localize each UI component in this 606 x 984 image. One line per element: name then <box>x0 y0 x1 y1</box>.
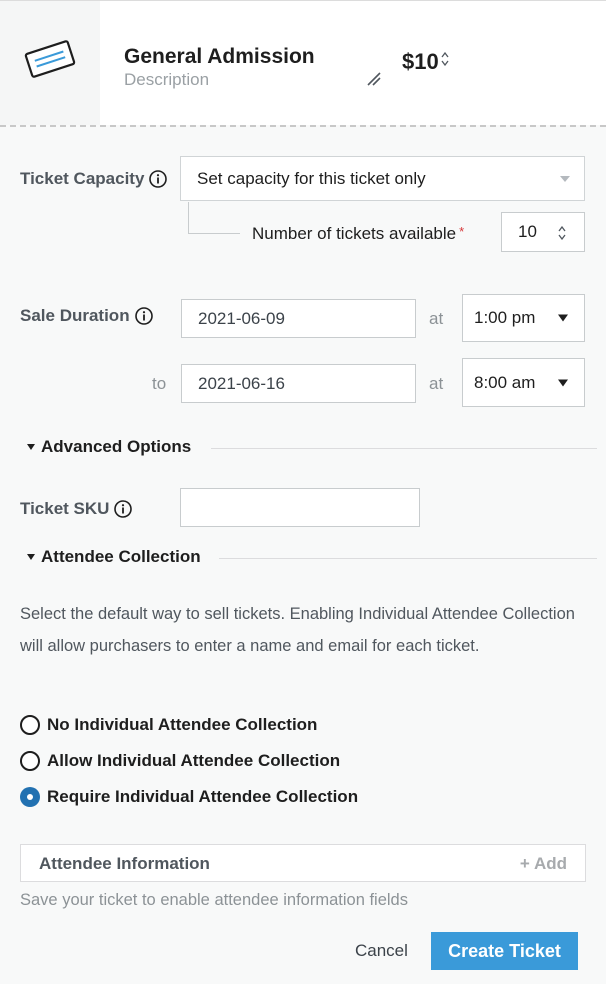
ticket-sku-input[interactable] <box>180 488 420 527</box>
caret-down-icon <box>558 379 568 386</box>
tickets-available-input[interactable]: 10 <box>501 212 585 252</box>
attendee-information-panel: Attendee Information + Add <box>20 844 586 882</box>
add-attendee-field-button[interactable]: + Add <box>520 854 567 874</box>
sale-duration-label: Sale Duration <box>20 306 153 326</box>
cancel-button[interactable]: Cancel <box>355 941 408 961</box>
ticket-capacity-label: Ticket Capacity <box>20 169 168 189</box>
end-time-select[interactable]: 8:00 am <box>462 358 585 407</box>
price-field[interactable]: $10 <box>402 49 449 77</box>
end-date-input[interactable]: 2021-06-16 <box>181 364 416 403</box>
attendee-information-title: Attendee Information <box>39 854 210 873</box>
radio-allow-individual-collection[interactable]: Allow Individual Attendee Collection <box>20 751 340 771</box>
caret-down-icon <box>27 554 35 560</box>
section-divider <box>219 558 597 559</box>
ticket-price[interactable]: $10 <box>402 49 439 75</box>
ticket-header: General Admission Description $10 <box>0 0 606 127</box>
header-dashed-divider <box>0 125 606 127</box>
create-ticket-button[interactable]: Create Ticket <box>431 932 578 970</box>
capacity-connector-line-h <box>188 233 240 234</box>
section-divider <box>211 448 597 449</box>
info-icon[interactable] <box>114 500 133 518</box>
resize-handle-icon[interactable] <box>366 71 382 87</box>
info-icon[interactable] <box>149 170 168 188</box>
radio-no-individual-collection[interactable]: No Individual Attendee Collection <box>20 715 317 735</box>
ticket-name-input[interactable]: General Admission <box>124 45 324 73</box>
ticket-icon-area <box>0 1 100 125</box>
at-label: at <box>429 309 444 328</box>
radio-require-individual-collection[interactable]: Require Individual Attendee Collection <box>20 787 358 807</box>
radio-circle[interactable] <box>20 751 40 771</box>
info-icon[interactable] <box>134 307 153 325</box>
attendee-collection-toggle[interactable]: Attendee Collection <box>27 547 597 567</box>
caret-down-icon <box>558 314 568 322</box>
required-marker: * <box>459 224 465 239</box>
ticket-sku-label: Ticket SKU <box>20 499 133 519</box>
attendee-collection-description: Select the default way to sell tickets. … <box>20 605 575 655</box>
start-date-input[interactable]: 2021-06-09 <box>181 299 416 338</box>
chevron-down-icon <box>560 175 570 182</box>
start-time-select[interactable]: 1:00 pm <box>462 294 585 342</box>
at-label: at <box>429 374 444 393</box>
caret-down-icon <box>27 444 35 450</box>
ticket-icon <box>24 40 76 78</box>
capacity-connector-line <box>188 202 189 234</box>
capacity-select[interactable]: Set capacity for this ticket only <box>180 156 585 201</box>
attendee-info-hint: Save your ticket to enable attendee info… <box>20 891 408 909</box>
tickets-available-label: Number of tickets available * <box>252 224 465 243</box>
radio-circle[interactable] <box>20 715 40 735</box>
radio-circle-selected[interactable] <box>20 787 40 807</box>
to-label: to <box>152 374 167 393</box>
advanced-options-toggle[interactable]: Advanced Options <box>27 437 597 457</box>
spinner-icon[interactable] <box>558 226 566 240</box>
spinner-icon[interactable] <box>441 52 449 66</box>
ticket-description-input[interactable]: Description <box>124 70 209 90</box>
